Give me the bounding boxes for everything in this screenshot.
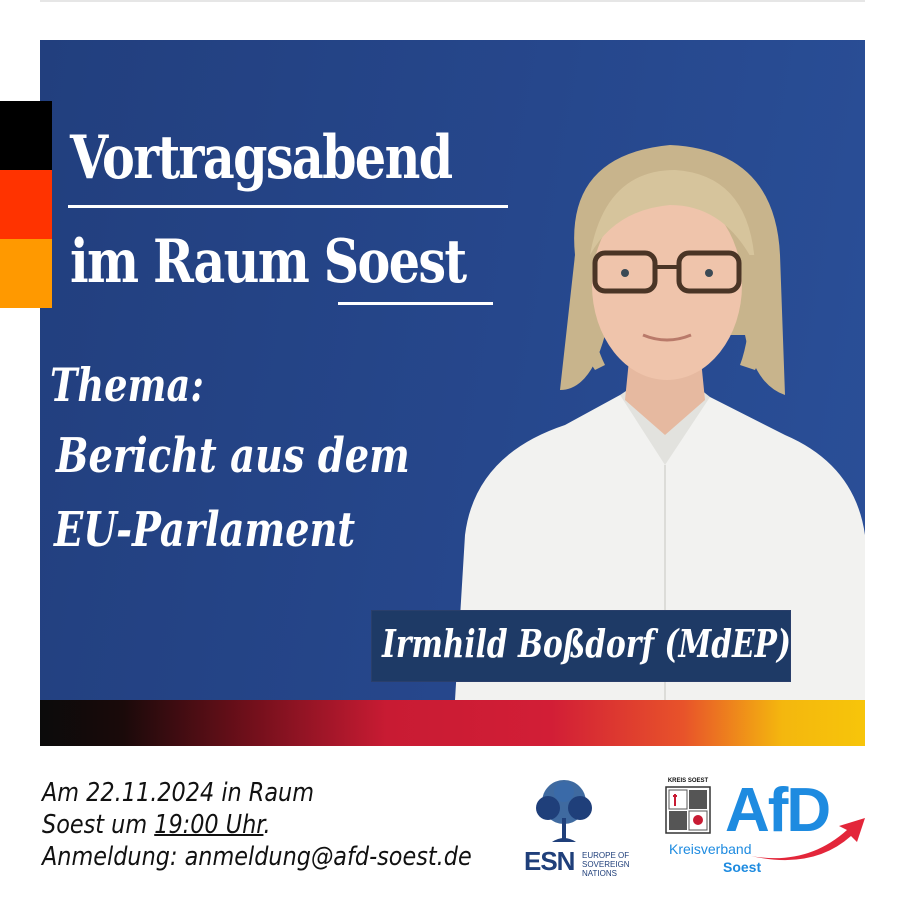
swoosh-arrow-icon — [751, 818, 865, 861]
flag-black-band — [0, 101, 52, 170]
coat-of-arms-icon — [665, 786, 711, 834]
headline-im-raum: im Raum — [70, 227, 310, 297]
footer-soest-um: Soest um — [42, 810, 155, 840]
footer-registration-line: Anmeldung: anmeldung@afd-soest.de — [42, 842, 472, 872]
esn-sub-1: EUROPE OF — [582, 851, 630, 860]
afd-logo: KREIS SOEST AfD Kreisverband Soest — [665, 778, 870, 878]
headline-underline-2 — [338, 302, 493, 305]
flag-red-band — [0, 170, 52, 239]
flag-stripe — [0, 101, 52, 308]
esn-logo: ESN EUROPE OF SOVEREIGN NATIONS — [520, 778, 638, 878]
thema-line-1: Bericht aus dem — [56, 428, 410, 484]
top-divider — [40, 0, 865, 2]
footer-time: 19:00 Uhr — [154, 810, 264, 840]
esn-sub-3: NATIONS — [582, 869, 617, 878]
kreisverband-label: Kreisverband — [669, 841, 752, 857]
tree-icon — [536, 780, 592, 842]
esn-sub-2: SOVEREIGN — [582, 860, 630, 869]
esn-wordmark: ESN — [524, 846, 575, 876]
headline-line-2: im Raum Soest — [70, 232, 467, 292]
headline-soest: Soest — [323, 227, 468, 297]
kreis-soest-label: KREIS SOEST — [667, 778, 709, 784]
speaker-name: Irmhild Boßdorf (MdEP) — [382, 621, 791, 666]
speaker-name-box: Irmhild Boßdorf (MdEP) — [371, 610, 791, 682]
footer-time-line: Soest um 19:00 Uhr. — [42, 812, 271, 838]
flag-gold-band — [0, 239, 52, 308]
thema-label: Thema: — [50, 358, 204, 412]
thema-line-2: EU-Parlament — [54, 502, 356, 558]
soest-label: Soest — [723, 859, 762, 875]
color-gradient-stripe — [40, 700, 865, 746]
footer-period: . — [263, 810, 271, 840]
headline-line-1: Vortragsabend — [70, 123, 453, 193]
footer-date-line: Am 22.11.2024 in Raum — [42, 778, 315, 808]
headline-underline-1 — [68, 205, 508, 208]
